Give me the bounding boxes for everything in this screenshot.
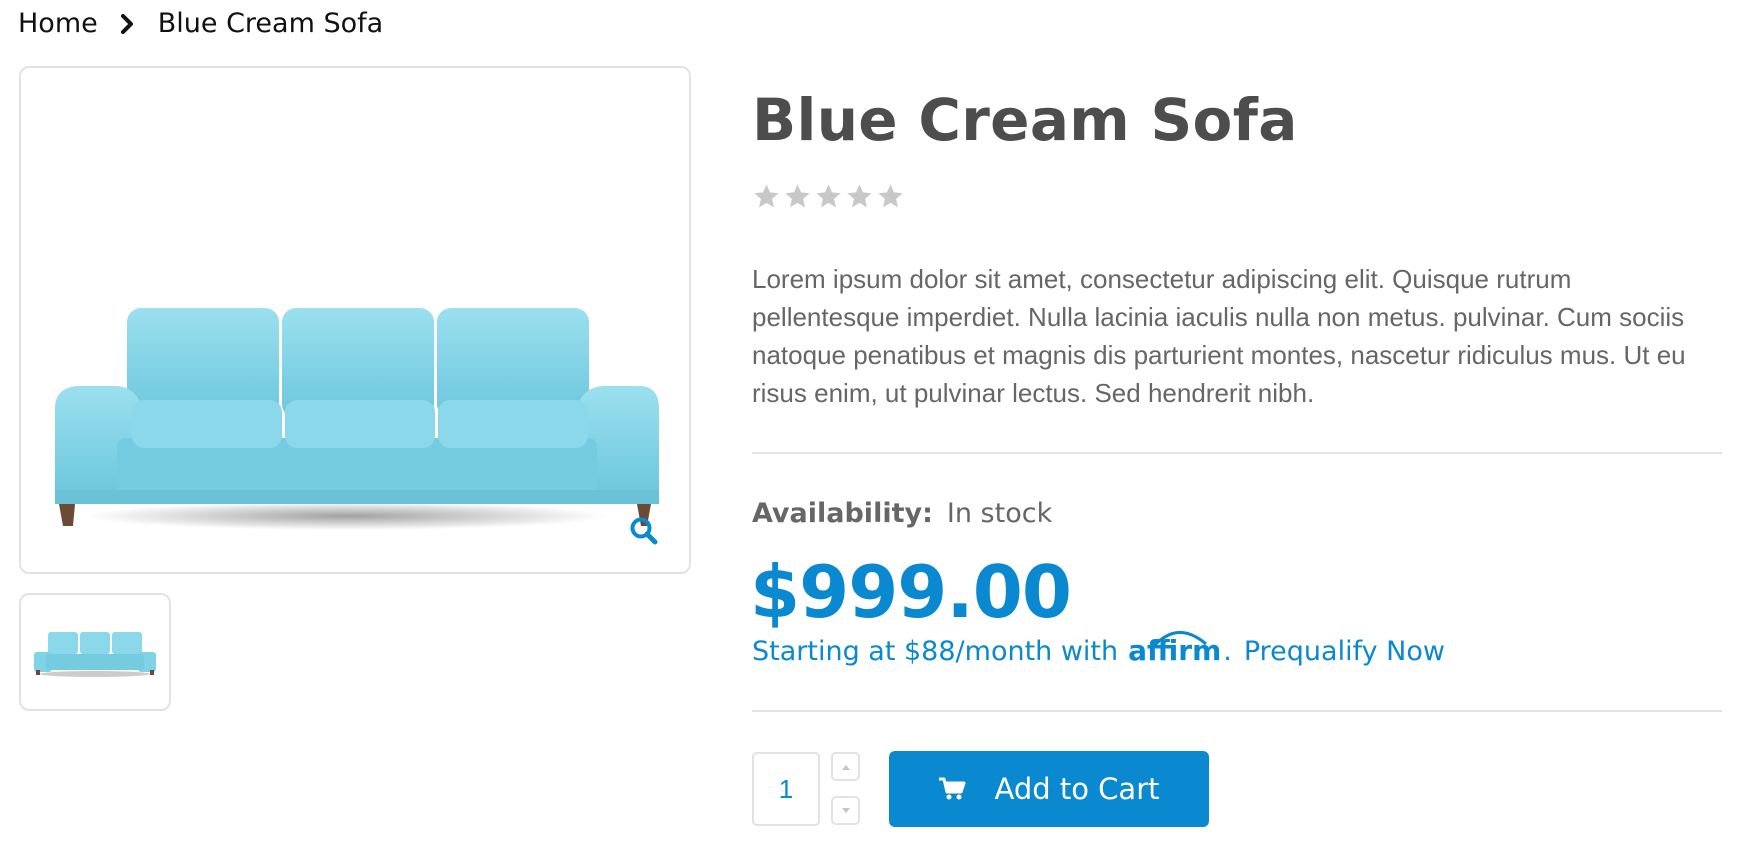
cart-icon: [939, 777, 966, 800]
star-icon: [816, 184, 841, 208]
star-icon: [785, 184, 810, 208]
add-to-cart-button[interactable]: Add to Cart: [889, 751, 1209, 827]
availability-label: Availability:: [752, 498, 933, 529]
financing-info: Starting at $88/month with affirm . Preq…: [752, 631, 1445, 667]
product-description: Lorem ipsum dolor sit amet, consectetur …: [752, 264, 1686, 408]
product-main-image[interactable]: [19, 66, 691, 574]
breadcrumb: Home Blue Cream Sofa: [18, 8, 383, 39]
product-price: $999.00: [750, 550, 1072, 634]
sofa-thumbnail-image: [34, 632, 156, 677]
rating-stars: [752, 182, 905, 211]
prequalify-now-link[interactable]: Prequalify Now: [1244, 636, 1445, 667]
quantity-decrease-button[interactable]: [831, 796, 860, 825]
zoom-icon[interactable]: [629, 516, 659, 550]
availability: Availability: In stock: [752, 498, 1052, 529]
affirm-dot: .: [1223, 636, 1232, 667]
financing-text: Starting at $88/month with: [752, 636, 1119, 667]
quantity-increase-button[interactable]: [831, 752, 860, 781]
divider: [752, 710, 1722, 712]
add-to-cart-label: Add to Cart: [994, 772, 1160, 806]
caret-down-icon: [841, 807, 850, 813]
quantity-input[interactable]: [752, 752, 820, 826]
caret-up-icon: [841, 764, 850, 770]
star-icon: [847, 184, 872, 208]
star-icon: [754, 184, 779, 208]
star-icon: [878, 184, 903, 208]
breadcrumb-current: Blue Cream Sofa: [157, 8, 384, 39]
sofa-image: [55, 308, 659, 530]
affirm-logo: affirm: [1128, 631, 1221, 667]
chevron-right-icon: [120, 13, 134, 34]
product-title: Blue Cream Sofa: [752, 86, 1298, 154]
product-thumbnail[interactable]: [19, 593, 171, 711]
breadcrumb-home-link[interactable]: Home: [18, 8, 98, 39]
divider: [752, 452, 1722, 454]
availability-value: In stock: [946, 498, 1053, 529]
